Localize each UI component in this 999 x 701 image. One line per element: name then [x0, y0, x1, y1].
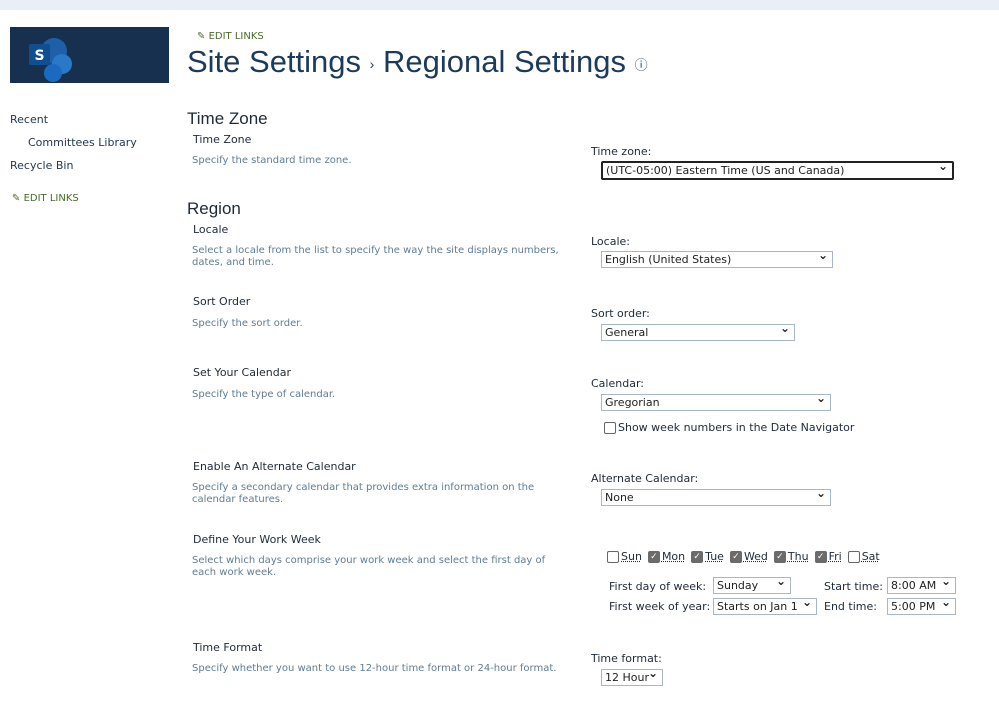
locale-field-label: Locale:: [591, 235, 630, 248]
day-label: Tue: [705, 550, 724, 563]
sort-order-field-label: Sort order:: [591, 307, 650, 320]
section-heading-region: Region: [187, 199, 241, 218]
day-option-sun[interactable]: Sun: [607, 550, 642, 563]
pencil-icon: ✎: [12, 193, 21, 204]
time-zone-select[interactable]: (UTC-05:00) Eastern Time (US and Canada): [601, 159, 954, 180]
day-option-mon[interactable]: ✓ Mon: [647, 550, 686, 563]
calendar-field-label: Calendar:: [591, 377, 644, 390]
day-checkbox[interactable]: ✓: [773, 551, 786, 563]
alt-calendar-label: Enable An Alternate Calendar: [193, 460, 356, 473]
day-option-sat[interactable]: Sat: [847, 550, 880, 563]
day-checkbox[interactable]: [607, 551, 619, 563]
edit-links-label: EDIT LINKS: [23, 193, 79, 204]
time-format-label: Time Format: [193, 641, 263, 654]
day-checkbox[interactable]: [847, 551, 860, 563]
day-checkbox[interactable]: ✓: [691, 551, 704, 563]
day-label: Mon: [661, 550, 686, 563]
day-checkbox[interactable]: ✓: [647, 551, 660, 563]
day-checkbox[interactable]: ✓: [729, 551, 742, 563]
breadcrumb-site-settings[interactable]: Site Settings: [187, 44, 361, 79]
day-label: Sun: [621, 550, 642, 563]
calendar-label: Set Your Calendar: [193, 366, 292, 379]
page-title: Site Settings › Regional Settings ⓘ: [187, 44, 648, 80]
day-label: Fri: [828, 550, 842, 563]
alt-calendar-field-label: Alternate Calendar:: [591, 472, 699, 485]
time-format-desc: Specify whether you want to use 12-hour …: [192, 663, 557, 674]
alt-calendar-select[interactable]: None: [601, 486, 831, 506]
day-label: Sat: [861, 550, 880, 563]
sort-order-label: Sort Order: [193, 295, 251, 308]
first-day-select[interactable]: Sunday: [713, 574, 791, 594]
calendar-select[interactable]: Gregorian: [601, 391, 831, 411]
top-bar: [0, 0, 999, 10]
week-numbers-checkbox[interactable]: [604, 422, 616, 434]
edit-links-nav[interactable]: ✎ EDIT LINKS: [12, 193, 79, 204]
day-option-fri[interactable]: ✓ Fri: [814, 550, 842, 563]
pencil-icon: ✎: [197, 31, 206, 42]
work-week-label: Define Your Work Week: [193, 533, 321, 546]
info-icon[interactable]: ⓘ: [635, 57, 648, 72]
time-format-select[interactable]: 12 Hour: [601, 666, 663, 686]
end-time-select[interactable]: 5:00 PM: [887, 595, 956, 615]
locale-desc: Select a locale from the list to specify…: [192, 245, 559, 268]
breadcrumb-current: Regional Settings: [382, 44, 626, 79]
start-time-select[interactable]: 8:00 AM: [887, 574, 956, 594]
day-option-thu[interactable]: ✓ Thu: [773, 550, 809, 563]
breadcrumb-separator: ›: [369, 55, 375, 72]
sort-order-select[interactable]: General: [601, 321, 795, 341]
day-option-tue[interactable]: ✓ Tue: [691, 550, 724, 563]
start-time-label: Start time:: [824, 580, 883, 593]
day-label: Thu: [787, 550, 809, 563]
locale-select[interactable]: English (United States): [601, 248, 833, 268]
first-week-select[interactable]: Starts on Jan 1: [713, 595, 817, 615]
week-numbers-label: Show week numbers in the Date Navigator: [618, 421, 855, 434]
time-format-field-label: Time format:: [591, 652, 662, 665]
alt-calendar-desc: Specify a secondary calendar that provid…: [192, 482, 535, 505]
time-zone-desc: Specify the standard time zone.: [192, 155, 352, 166]
day-checkbox[interactable]: ✓: [814, 551, 827, 563]
day-option-wed[interactable]: ✓ Wed: [729, 550, 768, 563]
first-week-label: First week of year:: [609, 600, 711, 613]
work-week-days: Sun ✓ Mon ✓ Tue ✓ Wed ✓ Thu ✓ Fri Sat: [607, 550, 880, 563]
work-week-desc: Select which days comprise your work wee…: [192, 555, 546, 578]
site-logo[interactable]: S: [10, 27, 169, 83]
nav-committees-library[interactable]: Committees Library: [28, 136, 137, 149]
nav-recent[interactable]: Recent: [10, 113, 48, 126]
svg-text:S: S: [34, 48, 44, 64]
sort-order-desc: Specify the sort order.: [192, 318, 303, 329]
time-zone-label: Time Zone: [193, 133, 252, 146]
sharepoint-logo-icon: S: [29, 38, 72, 82]
edit-links-top[interactable]: ✎ EDIT LINKS: [197, 31, 264, 42]
calendar-desc: Specify the type of calendar.: [192, 389, 336, 400]
end-time-label: End time:: [824, 600, 877, 613]
time-zone-field-label: Time zone:: [591, 145, 652, 158]
locale-label: Locale: [193, 223, 229, 236]
section-heading-time-zone: Time Zone: [187, 109, 268, 128]
first-day-label: First day of week:: [609, 580, 707, 593]
day-label: Wed: [743, 550, 768, 563]
week-numbers-option[interactable]: Show week numbers in the Date Navigator: [604, 421, 854, 434]
edit-links-label: EDIT LINKS: [208, 31, 264, 42]
nav-recycle-bin[interactable]: Recycle Bin: [10, 159, 73, 172]
